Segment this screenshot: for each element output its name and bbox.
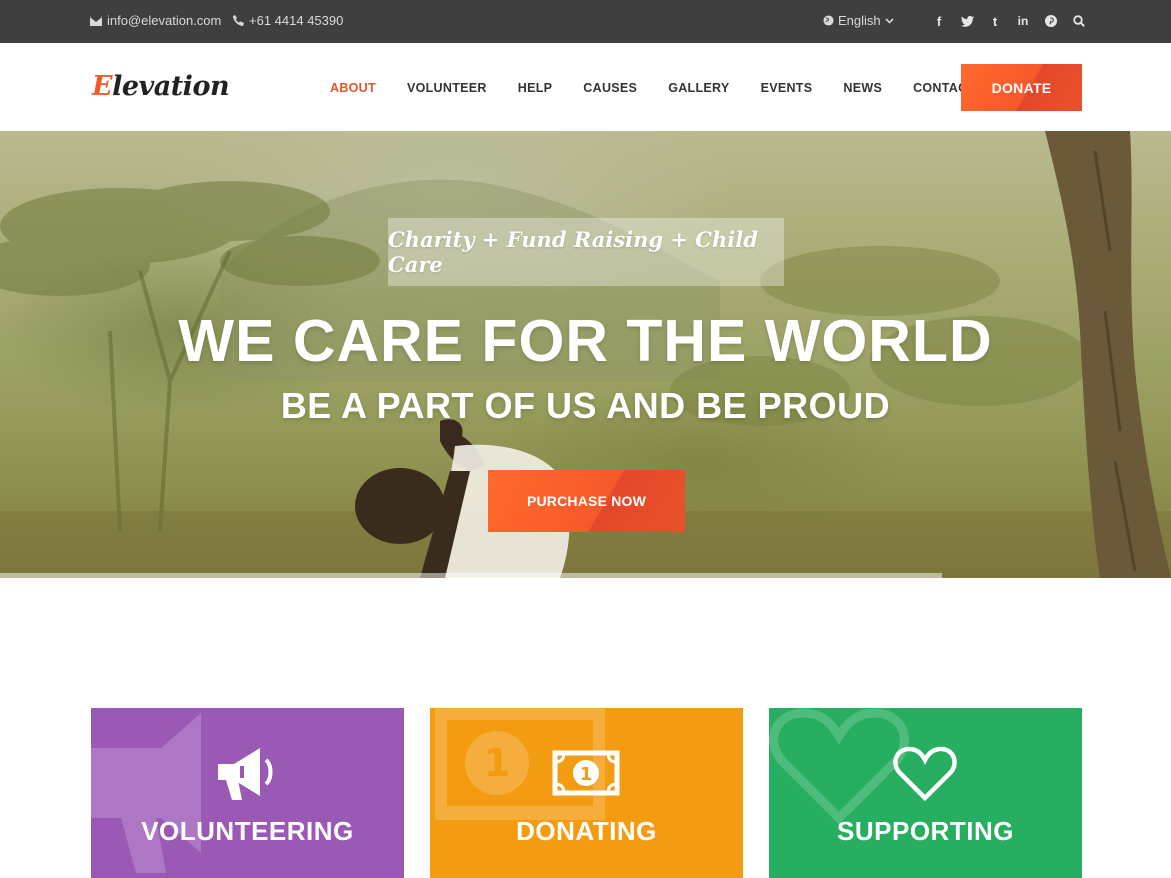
card-volunteering[interactable]: VOLUNTEERING bbox=[91, 708, 404, 878]
logo[interactable]: Elevation bbox=[92, 71, 230, 102]
globe-icon bbox=[823, 15, 834, 26]
card-label: VOLUNTEERING bbox=[141, 816, 354, 846]
svg-text:1: 1 bbox=[580, 764, 593, 785]
pinterest-icon[interactable] bbox=[1037, 12, 1065, 30]
donate-button[interactable]: DONATE bbox=[961, 64, 1082, 111]
nav-events[interactable]: EVENTS bbox=[761, 81, 813, 95]
phone-text: +61 4414 45390 bbox=[249, 13, 344, 28]
language-label: English bbox=[838, 13, 881, 28]
logo-initial: E bbox=[92, 71, 113, 102]
megaphone-icon bbox=[218, 748, 273, 800]
phone-contact[interactable]: +61 4414 45390 bbox=[233, 13, 343, 28]
nav-causes[interactable]: CAUSES bbox=[583, 81, 637, 95]
facebook-icon[interactable]: f bbox=[925, 12, 953, 30]
hero-subtitle: BE A PART OF US AND BE PROUD bbox=[280, 385, 891, 426]
search-icon[interactable] bbox=[1065, 12, 1093, 30]
money-icon: 1 bbox=[552, 750, 620, 796]
language-selector[interactable]: English bbox=[823, 13, 894, 28]
heart-icon bbox=[893, 746, 957, 802]
tagline-box: Charity + Fund Raising + Child Care bbox=[388, 218, 784, 286]
social-links: f t in bbox=[925, 12, 1093, 30]
card-supporting[interactable]: SUPPORTING bbox=[769, 708, 1082, 878]
phone-icon bbox=[233, 15, 244, 26]
linkedin-icon[interactable]: in bbox=[1009, 12, 1037, 30]
site-header: Elevation ABOUT VOLUNTEER HELP CAUSES GA… bbox=[0, 43, 1171, 131]
card-donating[interactable]: 1 1 DONATING bbox=[430, 708, 743, 878]
purchase-now-button[interactable]: PURCHASE NOW bbox=[488, 470, 685, 532]
nav-volunteer[interactable]: VOLUNTEER bbox=[407, 81, 487, 95]
nav-help[interactable]: HELP bbox=[518, 81, 553, 95]
email-contact[interactable]: info@elevation.com bbox=[90, 13, 221, 28]
email-text: info@elevation.com bbox=[107, 13, 222, 28]
twitter-icon[interactable] bbox=[953, 12, 981, 30]
hero-divider-line bbox=[0, 573, 942, 578]
nav-gallery[interactable]: GALLERY bbox=[668, 81, 729, 95]
top-bar: info@elevation.com +61 4414 45390 Englis… bbox=[0, 0, 1171, 43]
card-label: DONATING bbox=[516, 816, 657, 846]
tumblr-icon[interactable]: t bbox=[981, 12, 1009, 30]
logo-text: levation bbox=[112, 71, 230, 102]
nav-about[interactable]: ABOUT bbox=[330, 81, 376, 95]
hero-tagline: Charity + Fund Raising + Child Care bbox=[388, 227, 758, 277]
heart-watermark-icon bbox=[769, 708, 909, 825]
hero-title: WE CARE FOR THE WORLD bbox=[178, 308, 993, 374]
envelope-icon bbox=[90, 15, 102, 26]
hero-banner: Charity + Fund Raising + Child Care WE C… bbox=[0, 131, 1171, 578]
svg-text:1: 1 bbox=[484, 741, 510, 785]
main-nav: ABOUT VOLUNTEER HELP CAUSES GALLERY EVEN… bbox=[316, 81, 975, 95]
card-label: SUPPORTING bbox=[837, 816, 1014, 846]
nav-news[interactable]: NEWS bbox=[843, 81, 882, 95]
chevron-down-icon bbox=[885, 17, 894, 24]
